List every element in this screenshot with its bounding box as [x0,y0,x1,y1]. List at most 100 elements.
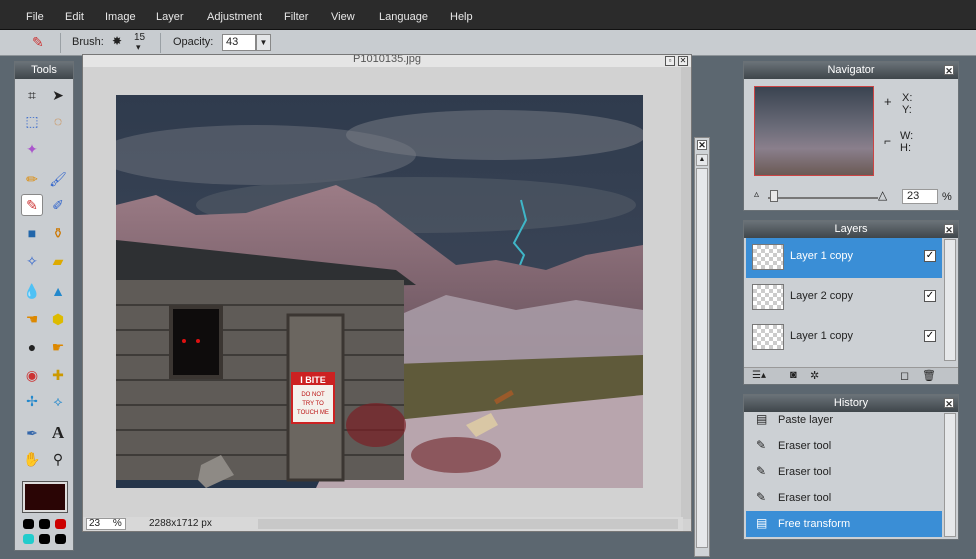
magic-wand-icon[interactable]: ✦ [21,138,43,160]
swatch-black[interactable] [39,534,50,544]
blur-tool-icon[interactable]: 💧 [21,280,43,302]
close-icon[interactable]: ✕ [944,65,954,76]
layer-row[interactable]: Layer 2 copy ✓ [746,278,942,318]
smudge-tool-icon[interactable]: ☚ [21,308,43,330]
color-replace-icon[interactable]: ✧ [21,250,43,272]
swatch-cyan[interactable] [23,534,34,544]
maximize-icon[interactable]: ▫ [665,56,675,66]
scroll-thumb[interactable] [696,168,708,548]
menu-file[interactable]: File [26,11,44,23]
document-vertical-scrollbar[interactable] [681,67,691,519]
layer-thumbnail [752,284,784,310]
opacity-input[interactable]: 43 [222,34,256,51]
red-eye-tool-icon[interactable]: ◉ [21,364,43,386]
gradient-tool-icon[interactable]: ■ [21,222,43,244]
lasso-tool-icon[interactable]: ◌ [47,110,69,132]
options-divider [160,33,161,53]
image-canvas[interactable]: I BITE DO NOT TRY TO TOUCH ME [116,95,643,488]
menu-view[interactable]: View [331,11,355,23]
shape-tool-icon[interactable]: ▰ [47,250,69,272]
layers-scrollbar[interactable] [944,239,956,361]
move-tool-icon[interactable]: ➤ [47,84,69,106]
menu-layer[interactable]: Layer [156,11,184,23]
scroll-up-icon[interactable]: ▲ [696,154,708,166]
stamp-tool-icon[interactable]: ⚱ [47,222,69,244]
menu-adjustment[interactable]: Adjustment [207,11,262,23]
history-scrollbar[interactable] [944,413,956,537]
navigator-thumbnail[interactable] [754,86,874,176]
replace-color-icon[interactable]: ✐ [47,194,69,216]
color-picker-icon[interactable]: ✒ [21,422,43,444]
history-label: Free transform [778,518,851,530]
foreground-color-swatch[interactable] [22,481,68,513]
swatch-red[interactable] [55,519,66,529]
layer-row[interactable]: Layer 1 copy ✓ [746,318,942,358]
history-item[interactable]: ✎ Eraser tool [746,485,942,511]
eraser-tool-icon[interactable]: ✎ [21,194,43,216]
document-zoom-unit: % [112,518,122,529]
swatch-black[interactable] [23,519,34,529]
sharpen-tool-icon[interactable]: ▲ [47,280,69,302]
close-icon[interactable]: ✕ [944,398,954,409]
history-item[interactable]: ✎ Eraser tool [746,459,942,485]
opacity-dropdown-button[interactable]: ▼ [256,34,271,51]
scene-image: I BITE DO NOT TRY TO TOUCH ME [116,95,643,488]
document-horizontal-scrollbar[interactable] [258,519,678,529]
menu-filter[interactable]: Filter [284,11,308,23]
navigator-title: Navigator [744,62,958,79]
layers-panel: Layers ✕ Layer 1 copy ✓ Layer 2 copy ✓ L… [743,220,959,385]
document-window: P1010135.jpg ▫ ✕ I BITE DO NOT TRY TO TO… [82,54,692,532]
crosshair-icon: + [884,94,892,109]
zoom-out-icon[interactable]: ▵ [754,189,759,200]
sponge-tool-icon[interactable]: ⬢ [47,308,69,330]
zoom-slider-handle[interactable] [770,190,778,202]
zoom-tool-icon[interactable]: ⚲ [47,448,69,470]
delete-layer-icon[interactable]: 🗑 [922,369,936,382]
swatch-black[interactable] [55,534,66,544]
layer-mask-icon[interactable]: ◙ [790,369,797,381]
menu-help[interactable]: Help [450,11,473,23]
history-item[interactable]: ✎ Eraser tool [746,433,942,459]
document-title: P1010135.jpg [83,55,691,67]
crop-tool-icon[interactable]: ⌗ [21,84,43,106]
document-status-bar: 23 % 2288x1712 px [83,517,683,531]
pinch-tool-icon[interactable]: ⟡ [47,390,69,412]
document-dimensions: 2288x1712 px [149,518,212,529]
menu-language[interactable]: Language [379,11,428,23]
layer-row[interactable]: Layer 1 copy ✓ [746,238,942,278]
marquee-tool-icon[interactable]: ⬚ [21,110,43,132]
new-layer-icon[interactable]: ◻ [900,369,909,382]
document-zoom-value: 23 [89,518,101,529]
brush-tool-icon[interactable]: 🖌 [47,168,69,190]
layer-effects-icon[interactable]: ✲ [810,369,819,382]
bloat-tool-icon[interactable]: ✢ [21,390,43,412]
menu-edit[interactable]: Edit [65,11,84,23]
transform-icon: ▤ [756,516,768,530]
document-zoom-input[interactable]: 23 % [86,518,126,530]
panels-scrollbar[interactable]: ✕ ▲ [694,137,710,557]
text-tool-icon[interactable]: A [47,422,69,444]
history-label: Eraser tool [778,466,832,478]
burn-tool-icon[interactable]: ☛ [47,336,69,358]
layer-visibility-checkbox[interactable]: ✓ [924,250,936,262]
close-icon[interactable]: ✕ [697,140,707,150]
zoom-slider-track[interactable] [768,197,878,199]
layer-visibility-checkbox[interactable]: ✓ [924,330,936,342]
swatch-black[interactable] [39,519,50,529]
zoom-in-icon[interactable]: △ [878,188,887,202]
brush-preview-icon[interactable]: ✸ [112,34,122,48]
navigator-zoom-input[interactable]: 23 [902,189,938,204]
close-icon[interactable]: ✕ [678,56,688,66]
close-icon[interactable]: ✕ [944,224,954,235]
history-item[interactable]: ▤ Free transform [746,511,942,537]
layer-visibility-checkbox[interactable]: ✓ [924,290,936,302]
hand-tool-icon[interactable]: ✋ [21,448,43,470]
brush-dropdown-icon[interactable]: ▾ [136,42,141,53]
layer-settings-icon[interactable]: ☰▴ [752,370,766,381]
history-item[interactable]: ▤ Paste layer [746,407,942,433]
spot-heal-icon[interactable]: ✚ [47,364,69,386]
menu-image[interactable]: Image [105,11,136,23]
pencil-tool-icon[interactable]: ✏ [21,168,43,190]
dodge-tool-icon[interactable]: ● [21,336,43,358]
navigator-panel: Navigator ✕ + X: Y: ⌐ W: H: ▵ △ 23 % [743,61,959,211]
